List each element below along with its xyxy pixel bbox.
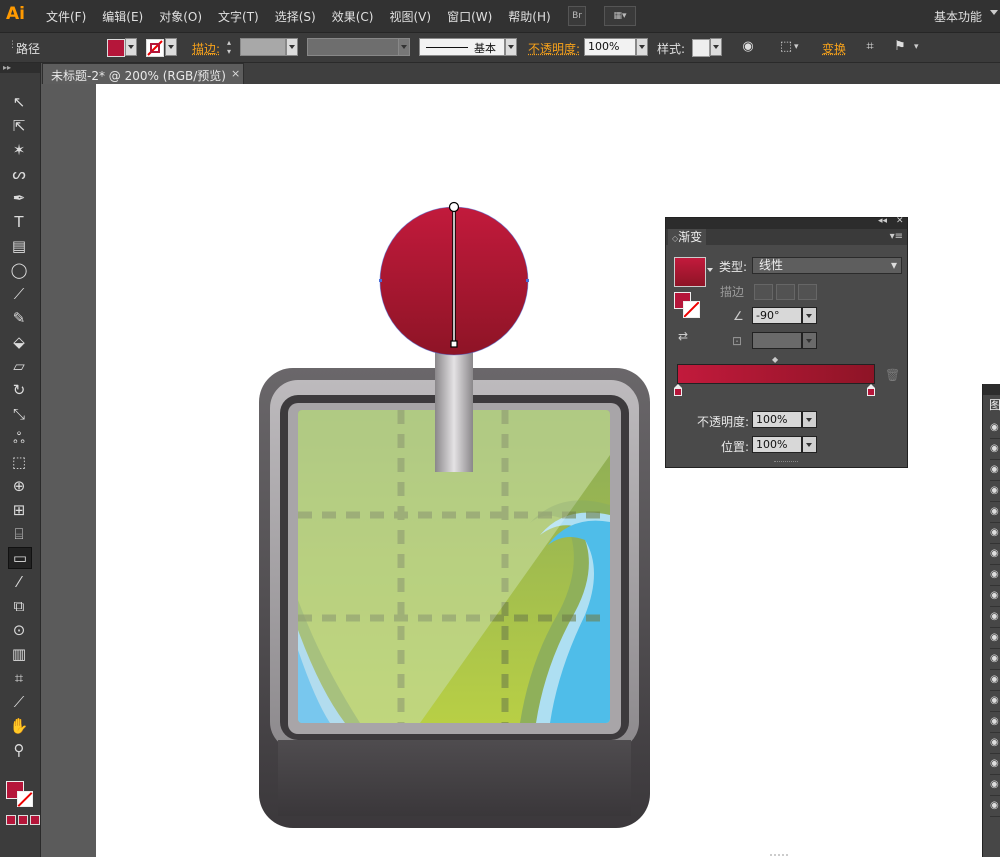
aspect-ratio-icon: ⊡ (732, 334, 743, 348)
trash-icon[interactable]: 🗑 (885, 368, 900, 382)
close-icon[interactable]: ✕ (896, 216, 904, 226)
tab-gradient[interactable]: ◇渐变 (668, 229, 706, 245)
aspect-ratio-field[interactable] (752, 332, 802, 349)
panel-titlebar[interactable]: ◂◂ ✕ (666, 216, 907, 229)
visibility-eye-icon[interactable]: ◉ (990, 775, 1000, 796)
visibility-eye-icon[interactable]: ◉ (990, 628, 1000, 649)
visibility-eye-icon[interactable]: ◉ (990, 523, 1000, 544)
visibility-eye-icon[interactable]: ◉ (990, 649, 1000, 670)
visibility-eye-icon[interactable]: ◉ (990, 460, 1000, 481)
stop-location-field[interactable]: 100% (752, 436, 802, 453)
angle-dropdown[interactable] (802, 307, 817, 324)
gradient-stop-start[interactable] (674, 384, 682, 396)
type-label: 类型: (719, 260, 748, 274)
visibility-eye-icon[interactable]: ◉ (990, 544, 1000, 565)
visibility-eye-icon[interactable]: ◉ (990, 586, 1000, 607)
panel-resize-grip[interactable] (774, 461, 798, 465)
stroke-swatch-small[interactable] (683, 301, 700, 318)
stop-opacity-dropdown[interactable] (802, 411, 817, 428)
stroke-along-icon[interactable] (776, 284, 795, 300)
gradient-origin-handle (448, 201, 460, 213)
gradient-type-select[interactable]: 线性 (752, 257, 902, 274)
gradient-slider-ramp[interactable] (677, 364, 875, 384)
gradient-end-handle (450, 340, 458, 348)
location-label: 位置: (721, 440, 750, 454)
visibility-eye-icon[interactable]: ◉ (990, 439, 1000, 460)
panel-menu-icon[interactable]: ▾≡ (890, 231, 903, 242)
visibility-eye-icon[interactable]: ◉ (990, 712, 1000, 733)
stroke-label: 描边 (720, 285, 745, 299)
aspect-ratio-dropdown[interactable] (802, 332, 817, 349)
reverse-gradient-icon[interactable]: ⇄ (678, 329, 688, 343)
visibility-eye-icon[interactable]: ◉ (990, 502, 1000, 523)
gradient-panel: ◂◂ ✕ ◇渐变 ▾≡ ⇄ 类型: 线性 描边 ∠ -90° ⊡ ◆ 🗑 不透明… (665, 216, 908, 468)
visibility-eye-icon[interactable]: ◉ (990, 691, 1000, 712)
collapse-icon[interactable]: ◂◂ (878, 216, 887, 226)
pin-pole (435, 350, 473, 472)
angle-icon: ∠ (733, 309, 744, 323)
device-lower-panel (278, 740, 631, 816)
visibility-eye-icon[interactable]: ◉ (990, 607, 1000, 628)
visibility-eye-icon[interactable]: ◉ (990, 733, 1000, 754)
stop-opacity-field[interactable]: 100% (752, 411, 802, 428)
gradient-stop-end[interactable] (867, 384, 875, 396)
stroke-within-icon[interactable] (754, 284, 773, 300)
visibility-eye-icon[interactable]: ◉ (990, 418, 1000, 439)
panel-titlebar[interactable] (983, 384, 1000, 395)
visibility-eye-icon[interactable]: ◉ (990, 754, 1000, 775)
chevron-down-icon[interactable] (707, 268, 713, 272)
midpoint-diamond-icon[interactable]: ◆ (772, 355, 778, 364)
visibility-eye-icon[interactable]: ◉ (990, 670, 1000, 691)
panel-tab-row: ◇渐变 ▾≡ (666, 229, 907, 245)
angle-field[interactable]: -90° (752, 307, 802, 324)
tab-layers[interactable]: 图 (989, 396, 1000, 413)
visibility-eye-icon[interactable]: ◉ (990, 565, 1000, 586)
layers-panel: 图 ◉ ◉ ◉ ◉ ◉ ◉ ◉ ◉ ◉ ◉ ◉ ◉ ◉ ◉ ◉ ◉ ◉ ◉ ◉ (982, 384, 1000, 857)
visibility-eye-icon[interactable]: ◉ (990, 481, 1000, 502)
gradient-preview-swatch[interactable] (674, 257, 706, 287)
stop-location-dropdown[interactable] (802, 436, 817, 453)
opacity-label: 不透明度: (697, 415, 750, 429)
visibility-eye-icon[interactable]: ◉ (990, 796, 1000, 817)
stroke-across-icon[interactable] (798, 284, 817, 300)
